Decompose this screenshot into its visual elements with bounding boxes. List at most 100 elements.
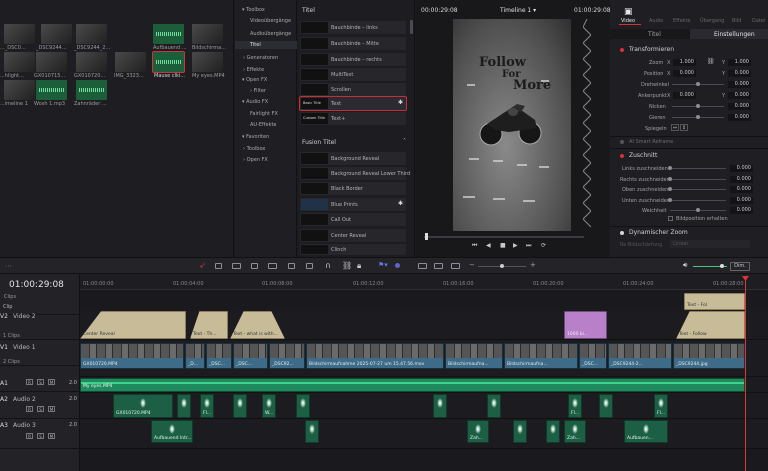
speaker-icon[interactable]: 🔊︎ [683, 261, 687, 270]
audio-clip[interactable] [233, 394, 247, 418]
audio-clip[interactable]: Aufbauen... [624, 420, 668, 443]
video-clip[interactable]: _DSC9244-2... [608, 343, 672, 369]
tree-item-audiofx[interactable]: ▾ Audio FX [242, 99, 268, 105]
audio-clip[interactable] [296, 394, 310, 418]
audio-clip[interactable]: Aufbauend Intr... [151, 420, 193, 443]
tree-item-filter[interactable]: › Filter [250, 88, 266, 94]
fx-item[interactable]: Call Out [300, 213, 406, 226]
yaw-field[interactable]: 0.000 [728, 114, 751, 121]
zoom-slider-knob[interactable] [500, 264, 504, 268]
zoom-out-icon[interactable]: − [469, 261, 475, 269]
tree-item-favorites[interactable]: ▾ Favoriten [242, 134, 269, 140]
track-header-v1[interactable]: V1 Video 1 2 Clips [0, 340, 80, 366]
tree-item-fav-openfx[interactable]: › Open FX [243, 157, 268, 163]
video-clip[interactable]: _DSC92... [269, 343, 305, 369]
tree-item-video-transitions[interactable]: Videoübergänge [250, 18, 291, 24]
tree-item-titles[interactable]: Titel [235, 41, 297, 49]
video-clip[interactable]: _D... [185, 343, 205, 369]
zoom-x-field[interactable]: 1.000 [673, 59, 696, 66]
fx-item[interactable]: Background Reveal Lower Third [300, 167, 410, 180]
subtab-settings[interactable]: Einstellungen [714, 31, 755, 38]
compound-clip[interactable]: 1000 bi... [564, 311, 607, 339]
video-clip[interactable]: _DSC... [206, 343, 232, 369]
media-thumb[interactable] [4, 52, 35, 72]
select-tool-icon[interactable]: ➶ [199, 261, 206, 270]
tree-item-audio-transitions[interactable]: Audioübergänge [250, 31, 291, 37]
tab-transition[interactable]: Übergang [700, 18, 724, 24]
slider-knob[interactable] [668, 187, 672, 191]
solo-button[interactable]: S [37, 433, 44, 439]
media-thumb-audio[interactable] [153, 24, 184, 44]
audio-clip[interactable]: Fl... [654, 394, 668, 418]
track-header-v2[interactable]: V2 Video 2 1 Clips [0, 311, 80, 340]
enable-dot[interactable] [620, 48, 624, 52]
dim-button[interactable]: Dim. [730, 262, 750, 271]
tree-item-openfx[interactable]: ▾ Open FX [242, 77, 267, 83]
scrubber-handle[interactable] [425, 233, 428, 240]
mute-button[interactable]: M [48, 379, 55, 385]
audio-clip[interactable]: My eyes.MP4 [80, 378, 745, 392]
link-icon[interactable]: ⛓ [342, 261, 352, 270]
audio-clip[interactable]: Fl... [200, 394, 214, 418]
audio-clip[interactable]: Zah... [564, 420, 586, 443]
timeline-selector[interactable]: Timeline 1 ▾ [500, 7, 536, 14]
crop-bottom-slider[interactable] [670, 200, 726, 201]
keep-position-checkbox[interactable] [668, 216, 673, 221]
solo-button[interactable]: S [37, 406, 44, 412]
audio-clip[interactable]: Zah... [467, 420, 489, 443]
slider-knob[interactable] [668, 177, 672, 181]
fx-item[interactable]: Scrollen [300, 83, 406, 96]
audio-clip[interactable] [487, 394, 501, 418]
media-thumb[interactable] [41, 24, 72, 44]
slider-knob[interactable] [696, 82, 700, 86]
fx-item[interactable]: Center Reveal [300, 229, 406, 242]
enable-dot[interactable] [620, 231, 624, 235]
position-y-field[interactable]: 0.000 [728, 70, 751, 77]
media-thumb-audio[interactable] [76, 80, 107, 100]
track-header-a2[interactable]: A2 Audio 2 R S M 2.0 [0, 393, 80, 419]
media-thumb-audio[interactable] [36, 80, 67, 100]
flip-vertical-icon[interactable]: ⇕ [680, 124, 688, 131]
record-button[interactable]: R [26, 433, 33, 439]
slider-knob[interactable] [696, 208, 700, 212]
audio-clip[interactable] [513, 420, 527, 443]
slider-knob[interactable] [696, 104, 700, 108]
position-lock-icon[interactable]: 🔒︎ [357, 261, 361, 271]
snap-magnet-icon[interactable]: ∩ [325, 261, 331, 270]
video-tab-icon[interactable]: ▣ [624, 7, 633, 17]
tree-item-fairlight-fx[interactable]: Fairlight FX [250, 111, 278, 117]
crop-right-slider[interactable] [670, 179, 726, 180]
stop-button[interactable]: ■ [500, 242, 506, 249]
audio-clip[interactable] [433, 394, 447, 418]
solo-button[interactable]: S [37, 379, 44, 385]
tree-item-au-effects[interactable]: AU-Effekte [250, 122, 277, 128]
pitch-field[interactable]: 0.000 [728, 103, 751, 110]
audio-clip[interactable] [599, 394, 613, 418]
video-clip[interactable]: _DSC... [233, 343, 268, 369]
subtab-title[interactable]: Titel [648, 31, 661, 38]
media-thumb[interactable] [192, 52, 223, 72]
fx-item[interactable]: Custom Title Text+ [300, 112, 406, 125]
media-thumb[interactable] [4, 24, 35, 44]
fx-item[interactable]: Bauchbinde – links [300, 21, 406, 34]
zoom-detail-icon[interactable] [434, 263, 443, 269]
overwrite-icon[interactable] [268, 263, 277, 269]
record-button[interactable]: R [26, 379, 33, 385]
tree-item-toolbox[interactable]: ▾ Toolbox [242, 7, 265, 13]
title-clip[interactable]: Text - Fol [684, 293, 745, 310]
fx-item[interactable]: Black Border [300, 182, 406, 195]
mute-button[interactable]: M [48, 433, 55, 439]
slider-knob[interactable] [668, 198, 672, 202]
chevron-up-icon[interactable]: ˄ [403, 138, 406, 145]
media-thumb[interactable] [192, 24, 223, 44]
tree-item-effects[interactable]: › Effekte [243, 67, 264, 73]
record-button[interactable]: R [26, 406, 33, 412]
enable-dot[interactable] [620, 140, 624, 144]
scrollbar[interactable] [410, 20, 413, 34]
video-clip[interactable]: Bildschirmaufna... [445, 343, 503, 369]
zoom-y-field[interactable]: 1.000 [728, 59, 751, 66]
jump-start-button[interactable]: ⏮ [472, 242, 477, 250]
tab-audio[interactable]: Audio [649, 18, 663, 24]
video-clip[interactable]: Bildschirmaufna... [504, 343, 578, 369]
loop-icon[interactable]: ⟳ [541, 242, 546, 249]
